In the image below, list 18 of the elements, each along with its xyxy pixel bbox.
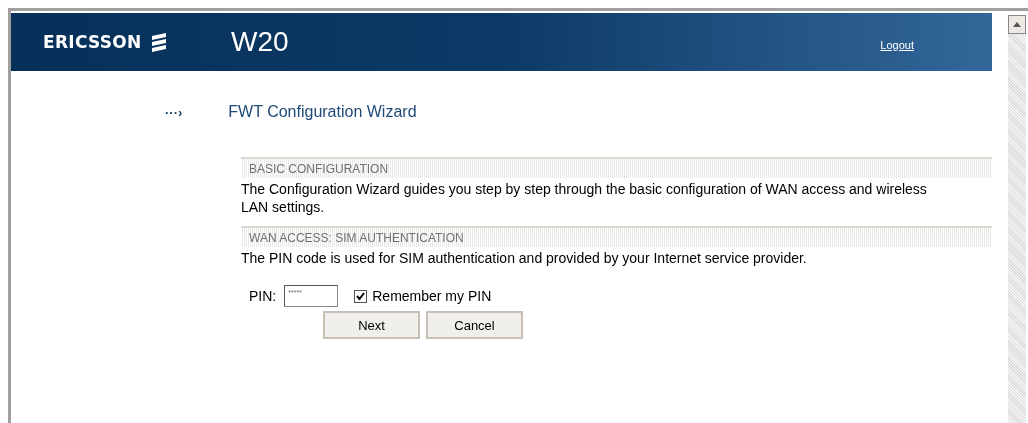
pin-label: PIN: (249, 288, 277, 304)
section-heading: BASIC CONFIGURATION (241, 157, 992, 178)
product-name: W20 (231, 26, 289, 58)
logout-link[interactable]: Logout (880, 39, 914, 51)
up-arrow-icon (1013, 22, 1021, 27)
wizard-title: FWT Configuration Wizard (228, 103, 417, 121)
scroll-up-button[interactable] (1008, 15, 1026, 34)
brand-name: ERICSSON (43, 32, 142, 52)
section-text: The PIN code is used for SIM authentication and provided by your Internet service provider. (241, 249, 808, 267)
section-text: The Configuration Wizard guides you step by step through the basic configuration of WAN access and wireless LAN settings. (241, 180, 928, 216)
remember-checkbox[interactable] (354, 289, 368, 303)
remember-label: Remember my PIN (372, 288, 492, 304)
next-button[interactable]: Next (323, 311, 420, 339)
stripes-logo-icon (149, 32, 168, 52)
arrow-marker: ···› (165, 104, 183, 120)
scrollbar[interactable] (1008, 15, 1026, 423)
cancel-button[interactable]: Cancel (426, 311, 523, 339)
section-heading: WAN ACCESS: SIM AUTHENTICATION (241, 226, 992, 247)
